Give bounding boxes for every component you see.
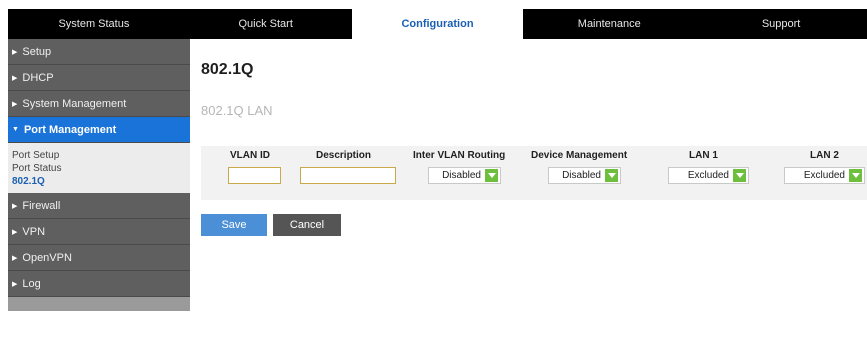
description-input[interactable] xyxy=(300,167,396,184)
top-navigation: System Status Quick Start Configuration … xyxy=(8,9,867,39)
caret-right-icon: ▶ xyxy=(12,202,18,210)
select-value: Excluded xyxy=(803,170,845,181)
dropdown-arrow-icon xyxy=(485,169,498,182)
sidebar-footer xyxy=(8,297,190,311)
caret-right-icon: ▶ xyxy=(12,254,18,262)
sidebar-item-label: Setup xyxy=(22,45,52,58)
caret-right-icon: ▶ xyxy=(12,74,18,82)
dropdown-arrow-icon xyxy=(849,169,862,182)
caret-right-icon: ▶ xyxy=(12,100,18,108)
column-header-device-management: Device Management xyxy=(531,150,628,161)
tab-configuration[interactable]: Configuration xyxy=(351,9,524,39)
select-value: Disabled xyxy=(562,170,601,181)
caret-right-icon: ▶ xyxy=(12,280,18,288)
tab-maintenance[interactable]: Maintenance xyxy=(523,9,695,39)
caret-right-icon: ▶ xyxy=(12,48,18,56)
sidebar-item-label: Port Management xyxy=(23,123,117,136)
sidebar-subitem-port-setup[interactable]: Port Setup xyxy=(12,149,190,162)
column-header-vlan-id: VLAN ID xyxy=(230,150,270,161)
column-header-lan1: LAN 1 xyxy=(689,150,718,161)
sidebar-item-setup[interactable]: ▶ Setup xyxy=(8,39,190,65)
page-title: 802.1Q xyxy=(201,61,254,78)
caret-down-icon: ▼ xyxy=(12,126,19,133)
sidebar-item-vpn[interactable]: ▶ VPN xyxy=(8,219,190,245)
sidebar-item-openvpn[interactable]: ▶ OpenVPN xyxy=(8,245,190,271)
cancel-button[interactable]: Cancel xyxy=(273,214,341,236)
sidebar-submenu: Port Setup Port Status 802.1Q xyxy=(8,143,190,193)
sidebar-subitem-port-status[interactable]: Port Status xyxy=(12,162,190,175)
tab-quick-start[interactable]: Quick Start xyxy=(180,9,352,39)
sidebar-item-label: DHCP xyxy=(22,71,54,84)
select-value: Excluded xyxy=(687,170,729,181)
dropdown-arrow-icon xyxy=(733,169,746,182)
sidebar-item-port-management[interactable]: ▼ Port Management xyxy=(8,117,190,143)
device-management-select[interactable]: Disabled xyxy=(548,167,621,184)
sidebar-item-dhcp[interactable]: ▶ DHCP xyxy=(8,65,190,91)
sidebar-item-label: Log xyxy=(22,277,41,290)
sidebar-item-label: Firewall xyxy=(22,199,61,212)
column-header-lan2: LAN 2 xyxy=(810,150,839,161)
column-header-description: Description xyxy=(316,150,372,161)
sidebar-item-firewall[interactable]: ▶ Firewall xyxy=(8,193,190,219)
sidebar-item-label: System Management xyxy=(22,97,127,110)
lan1-select[interactable]: Excluded xyxy=(668,167,749,184)
section-title: 802.1Q LAN xyxy=(201,103,273,118)
vlan-id-input[interactable] xyxy=(228,167,281,184)
column-header-inter-vlan-routing: Inter VLAN Routing xyxy=(413,150,506,161)
tab-system-status[interactable]: System Status xyxy=(8,9,180,39)
sidebar-item-system-management[interactable]: ▶ System Management xyxy=(8,91,190,117)
sidebar-item-log[interactable]: ▶ Log xyxy=(8,271,190,297)
caret-right-icon: ▶ xyxy=(12,228,18,236)
save-button[interactable]: Save xyxy=(201,214,267,236)
select-value: Disabled xyxy=(442,170,481,181)
sidebar-subitem-8021q[interactable]: 802.1Q xyxy=(12,175,190,188)
vlan-table: VLAN ID Description Inter VLAN Routing D… xyxy=(201,146,867,200)
sidebar: ▶ Setup ▶ DHCP ▶ System Management ▼ Por… xyxy=(8,39,190,341)
lan2-select[interactable]: Excluded xyxy=(784,167,865,184)
sidebar-item-label: OpenVPN xyxy=(22,251,72,264)
inter-vlan-routing-select[interactable]: Disabled xyxy=(428,167,501,184)
tab-support[interactable]: Support xyxy=(695,9,867,39)
dropdown-arrow-icon xyxy=(605,169,618,182)
sidebar-item-label: VPN xyxy=(22,225,46,238)
